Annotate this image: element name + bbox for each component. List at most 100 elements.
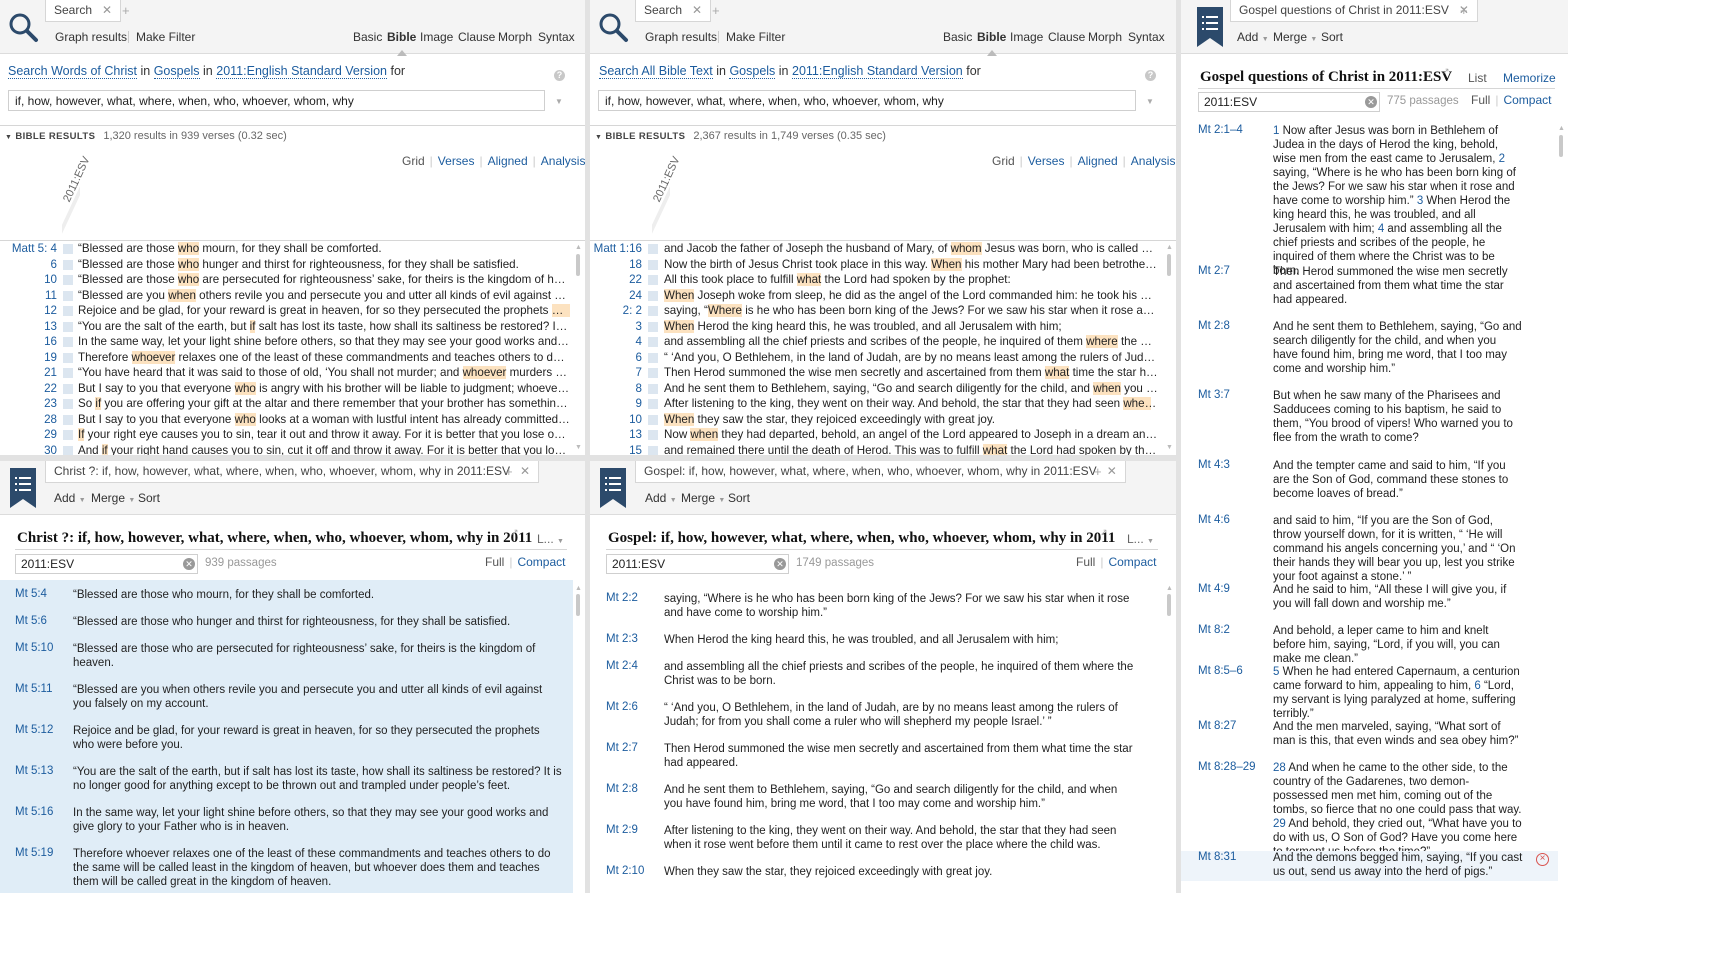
highlighted-hit[interactable]: who xyxy=(234,381,256,395)
search-type-clause[interactable]: Clause xyxy=(458,30,495,44)
search-query-input[interactable]: if, how, however, what, where, when, who… xyxy=(8,90,545,111)
clear-icon[interactable]: ✕ xyxy=(1365,96,1377,108)
highlighted-hit[interactable]: who xyxy=(177,242,200,255)
verse-reference[interactable]: 3 xyxy=(590,319,642,334)
verse-reference[interactable]: 15 xyxy=(590,443,642,456)
passage-reference[interactable]: Mt 2:7 xyxy=(1198,265,1230,277)
verse-reference[interactable]: 29 xyxy=(0,427,57,442)
result-row[interactable]: 22 But I say to you that everyone who is … xyxy=(0,381,575,397)
passage-reference[interactable]: Mt 3:7 xyxy=(1198,389,1230,401)
sort-button[interactable]: Sort xyxy=(138,491,160,505)
passage-reference[interactable]: Mt 8:31 xyxy=(1198,851,1236,863)
verse-reference[interactable]: 18 xyxy=(590,257,642,272)
full-mode-button[interactable]: Full xyxy=(485,555,504,569)
result-row[interactable]: 21 “You have heard that it was said to th… xyxy=(0,365,575,381)
close-icon[interactable]: ✕ xyxy=(520,464,530,478)
passage-reference[interactable]: Mt 8:27 xyxy=(1198,720,1236,732)
tab-search[interactable]: Search ✕ xyxy=(635,0,712,22)
verse-reference[interactable]: 12 xyxy=(0,303,57,318)
scope-link[interactable]: Search Words of Christ xyxy=(8,64,137,79)
bookmark-list-icon[interactable] xyxy=(0,461,45,515)
search-type-syntax[interactable]: Syntax xyxy=(538,30,575,44)
scrollbar[interactable] xyxy=(576,594,580,616)
view-grid[interactable]: Grid xyxy=(402,154,425,168)
result-row[interactable]: 28 But I say to you that everyone who loo… xyxy=(0,412,575,428)
verse-reference[interactable]: 28 xyxy=(0,412,57,427)
passage-reference[interactable]: Mt 2:3 xyxy=(606,633,638,645)
result-row[interactable]: 3 When Herod the king heard this, he was … xyxy=(590,319,1166,335)
bookmark-list-icon[interactable] xyxy=(590,461,635,515)
list-item[interactable]: Mt 4:3 And the tempter came and said to h… xyxy=(1181,459,1558,514)
result-row[interactable]: 6 “ ‘And you, O Bethlehem, in the land of… xyxy=(590,350,1166,366)
search-type-image[interactable]: Image xyxy=(1010,30,1043,44)
verse-reference[interactable]: 13 xyxy=(590,427,642,442)
highlighted-hit[interactable]: when xyxy=(1093,381,1121,395)
result-row[interactable]: 22 All this took place to fulfill what th… xyxy=(590,272,1166,288)
list-title[interactable]: Gospel: if, how, however, what, where, w… xyxy=(608,530,1115,547)
scroll-up-icon[interactable]: ▲ xyxy=(1558,125,1565,132)
close-icon[interactable]: ✕ xyxy=(102,3,112,17)
list-title[interactable]: Christ ?: if, how, however, what, where,… xyxy=(17,530,532,547)
passage-reference[interactable]: Mt 8:2 xyxy=(1198,624,1230,636)
result-row[interactable]: 6 “Blessed are those who hunger and thirs… xyxy=(0,257,575,273)
graph-results-button[interactable]: Graph results xyxy=(645,30,717,44)
list-item[interactable]: Mt 8:2 And behold, a leper came to him an… xyxy=(1181,624,1558,665)
scroll-down-icon[interactable]: ▼ xyxy=(575,444,582,451)
view-grid[interactable]: Grid xyxy=(992,154,1015,168)
verse-number[interactable]: 2 xyxy=(1499,153,1505,165)
verse-number[interactable]: 5 xyxy=(1273,666,1279,678)
scroll-down-icon[interactable]: ▼ xyxy=(1166,444,1173,451)
list-item[interactable]: Mt 2:6 “ ‘And you, O Bethlehem, in the la… xyxy=(590,701,1164,742)
verse-reference[interactable]: 9 xyxy=(590,396,642,411)
edit-icon[interactable]: ↗ xyxy=(1442,66,1450,77)
version-filter-input[interactable]: 2011:ESV xyxy=(1198,92,1380,112)
highlighted-hit[interactable]: whoever xyxy=(462,366,507,379)
version-filter-input[interactable]: 2011:ESV xyxy=(606,554,789,574)
tab-search[interactable]: Search ✕ xyxy=(45,0,122,22)
range-link[interactable]: Gospels xyxy=(153,64,200,79)
edit-icon[interactable]: ↗ xyxy=(511,527,519,538)
highlighted-hit[interactable]: who xyxy=(177,257,200,271)
result-row[interactable]: 7 Then Herod summoned the wise men secret… xyxy=(590,365,1166,381)
view-analysis[interactable]: Analysis xyxy=(541,154,585,168)
list-link[interactable]: List xyxy=(1468,71,1487,85)
compact-mode-button[interactable]: Compact xyxy=(517,555,565,569)
verse-reference[interactable]: 30 xyxy=(0,443,57,456)
view-aligned[interactable]: Aligned xyxy=(488,154,528,168)
scrollbar[interactable] xyxy=(1167,254,1171,276)
view-verses[interactable]: Verses xyxy=(1028,154,1065,168)
remove-item-icon[interactable]: × xyxy=(1536,853,1549,866)
list-item[interactable]: Mt 5:11 “Blessed are you when others revi… xyxy=(0,683,573,724)
verse-number[interactable]: 6 xyxy=(1474,680,1480,692)
result-row[interactable]: 13 Now when they had departed, behold, an… xyxy=(590,427,1166,443)
passage-reference[interactable]: Mt 2:1–4 xyxy=(1198,124,1243,136)
add-menu-button[interactable]: Add ▼ xyxy=(54,491,86,505)
search-type-basic[interactable]: Basic xyxy=(353,30,382,44)
search-icon[interactable] xyxy=(0,0,45,54)
verse-reference[interactable]: 8 xyxy=(590,381,642,396)
pane-splitter-horizontal[interactable] xyxy=(0,455,1176,461)
verse-reference[interactable]: 13 xyxy=(0,319,57,334)
passage-reference[interactable]: Mt 8:5–6 xyxy=(1198,665,1243,677)
view-verses[interactable]: Verses xyxy=(438,154,475,168)
result-row[interactable]: 29 If your right eye causes you to sin, t… xyxy=(0,427,575,443)
passage-reference[interactable]: Mt 5:11 xyxy=(15,683,53,695)
list-title[interactable]: Gospel questions of Christ in 2011:ESV xyxy=(1200,69,1452,86)
new-tab-icon[interactable]: + xyxy=(1094,464,1102,479)
verse-reference[interactable]: Matt 5: 4 xyxy=(0,241,57,256)
highlighted-hit[interactable]: who xyxy=(177,273,200,286)
list-item[interactable]: Mt 8:5–6 5 When he had entered Capernaum,… xyxy=(1181,665,1558,720)
chevron-down-icon[interactable]: ▼ xyxy=(1146,97,1154,106)
new-tab-icon[interactable]: + xyxy=(505,464,513,479)
passage-reference[interactable]: Mt 2:9 xyxy=(606,824,638,836)
list-item[interactable]: Mt 2:9 After listening to the king, they … xyxy=(590,824,1164,865)
result-row[interactable]: 24 When Joseph woke from sleep, he did as… xyxy=(590,288,1166,304)
help-icon[interactable]: ? xyxy=(554,70,565,81)
scroll-up-icon[interactable]: ▲ xyxy=(1166,244,1173,251)
result-row[interactable]: 9 After listening to the king, they went … xyxy=(590,396,1166,412)
tab-passage-list[interactable]: Gospel: if, how, however, what, where, w… xyxy=(635,461,1126,483)
result-row[interactable]: 8 And he sent them to Bethlehem, saying, … xyxy=(590,381,1166,397)
scrollbar[interactable] xyxy=(1559,135,1563,157)
collapse-triangle-icon[interactable]: ▼ xyxy=(595,134,602,141)
search-type-syntax[interactable]: Syntax xyxy=(1128,30,1165,44)
